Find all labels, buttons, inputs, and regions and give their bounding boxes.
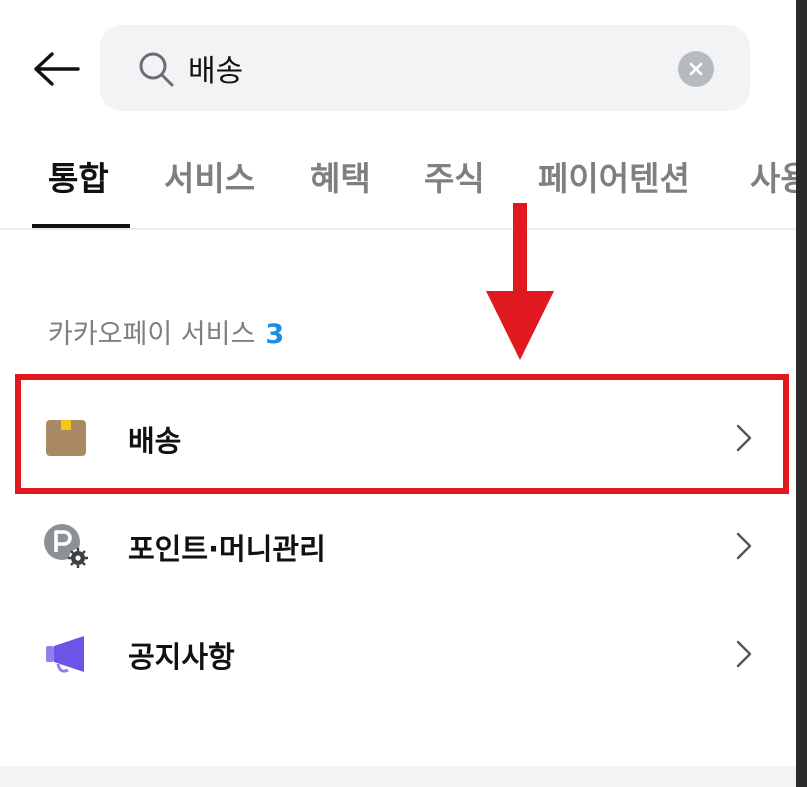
service-row-point-money[interactable]: 포인트·머니관리 [0,496,796,596]
search-icon [139,52,174,87]
screen-edge [796,0,807,787]
bottom-divider [0,766,796,787]
section-title: 카카오페이 서비스 [48,319,256,350]
tab-benefits[interactable]: 혜택 [310,152,371,200]
chevron-right-icon [736,532,752,560]
service-label-point-money: 포인트·머니관리 [128,532,326,566]
tab-pay-attention[interactable]: 페이어텐션 [538,152,690,200]
megaphone-icon [46,636,84,673]
tab-integrated[interactable]: 통합 [48,152,109,200]
section-count: 3 [265,319,285,350]
search-results-screen: 통합 서비스 혜택 주식 페이어텐션 사용 카카오페이 서비스3 배송 포인트·… [0,0,807,787]
tab-services[interactable]: 서비스 [164,152,255,200]
tab-stocks[interactable]: 주식 [424,152,485,200]
red-highlight-box [15,374,789,494]
tab-bar: 통합 서비스 혜택 주식 페이어텐션 사용 [0,140,796,230]
chevron-right-icon [736,640,752,668]
arrow-left-icon [34,52,80,86]
point-settings-icon [44,524,88,568]
service-label-notice: 공지사항 [128,640,235,674]
service-row-notice[interactable]: 공지사항 [0,604,796,704]
tab-partial[interactable]: 사용 [750,152,796,200]
back-button[interactable] [30,42,84,96]
section-heading: 카카오페이 서비스 3 [48,312,284,351]
search-input[interactable] [188,41,658,95]
search-bar[interactable] [100,25,750,111]
red-down-arrow-icon [486,203,554,360]
clear-search-button[interactable] [678,51,714,87]
active-tab-indicator [32,224,130,228]
close-icon [689,62,703,76]
